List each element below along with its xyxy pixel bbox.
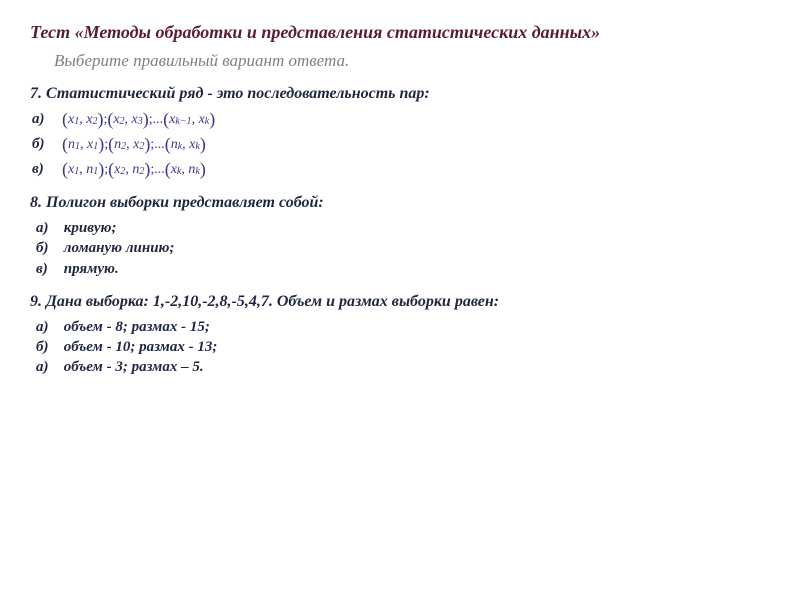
q8-options: а) кривую; б) ломаную линию; в) прямую.: [36, 218, 770, 279]
option-label: б): [36, 337, 60, 357]
test-subtitle: Выберите правильный вариант ответа.: [54, 51, 770, 71]
q9-option-b: б) объем - 10; размах - 13;: [36, 337, 770, 357]
q9-option-c: а) объем - 3; размах – 5.: [36, 357, 770, 377]
q9-option-a: а) объем - 8; размах - 15;: [36, 317, 770, 337]
option-label: в): [36, 259, 60, 279]
option-text: прямую.: [64, 261, 119, 277]
test-title: Тест «Методы обработки и представления с…: [30, 22, 770, 43]
q7-formula-b: (n1, x1);(n2, x2);...(nk, xk): [62, 134, 206, 155]
option-label: а): [36, 317, 60, 337]
q7-option-b: б) (n1, x1);(n2, x2);...(nk, xk): [30, 134, 770, 155]
q8-option-b: б) ломаную линию;: [36, 238, 770, 258]
option-text: объем - 3; размах – 5.: [64, 359, 204, 375]
q7-option-c: в) (x1, n1);(x2, n2);...(xk, nk): [30, 159, 770, 180]
option-label: а): [36, 218, 60, 238]
question-8: 8. Полигон выборки представляет собой: а…: [30, 194, 770, 279]
option-label: б): [36, 238, 60, 258]
option-label: в): [32, 161, 62, 178]
q8-option-c: в) прямую.: [36, 259, 770, 279]
q7-formula-c: (x1, n1);(x2, n2);...(xk, nk): [62, 159, 206, 180]
option-text: кривую;: [64, 220, 117, 236]
q9-prompt: 9. Дана выборка: 1,-2,10,-2,8,-5,4,7. Об…: [30, 293, 770, 311]
slide: Тест «Методы обработки и представления с…: [0, 0, 800, 600]
q8-prompt: 8. Полигон выборки представляет собой:: [30, 194, 770, 212]
option-label: б): [32, 136, 62, 153]
q7-prompt: 7. Статистический ряд - это последовател…: [30, 85, 770, 103]
option-text: объем - 10; размах - 13;: [64, 339, 218, 355]
q7-formula-a: (x1, x2);(x2, x3);...(xk−1, xk): [62, 109, 215, 130]
option-label: а): [36, 357, 60, 377]
option-text: ломаную линию;: [64, 240, 175, 256]
q9-options: а) объем - 8; размах - 15; б) объем - 10…: [36, 317, 770, 378]
option-text: объем - 8; размах - 15;: [64, 319, 210, 335]
q8-option-a: а) кривую;: [36, 218, 770, 238]
question-7: 7. Статистический ряд - это последовател…: [30, 85, 770, 180]
option-label: а): [32, 111, 62, 128]
q7-option-a: а) (x1, x2);(x2, x3);...(xk−1, xk): [30, 109, 770, 130]
question-9: 9. Дана выборка: 1,-2,10,-2,8,-5,4,7. Об…: [30, 293, 770, 378]
